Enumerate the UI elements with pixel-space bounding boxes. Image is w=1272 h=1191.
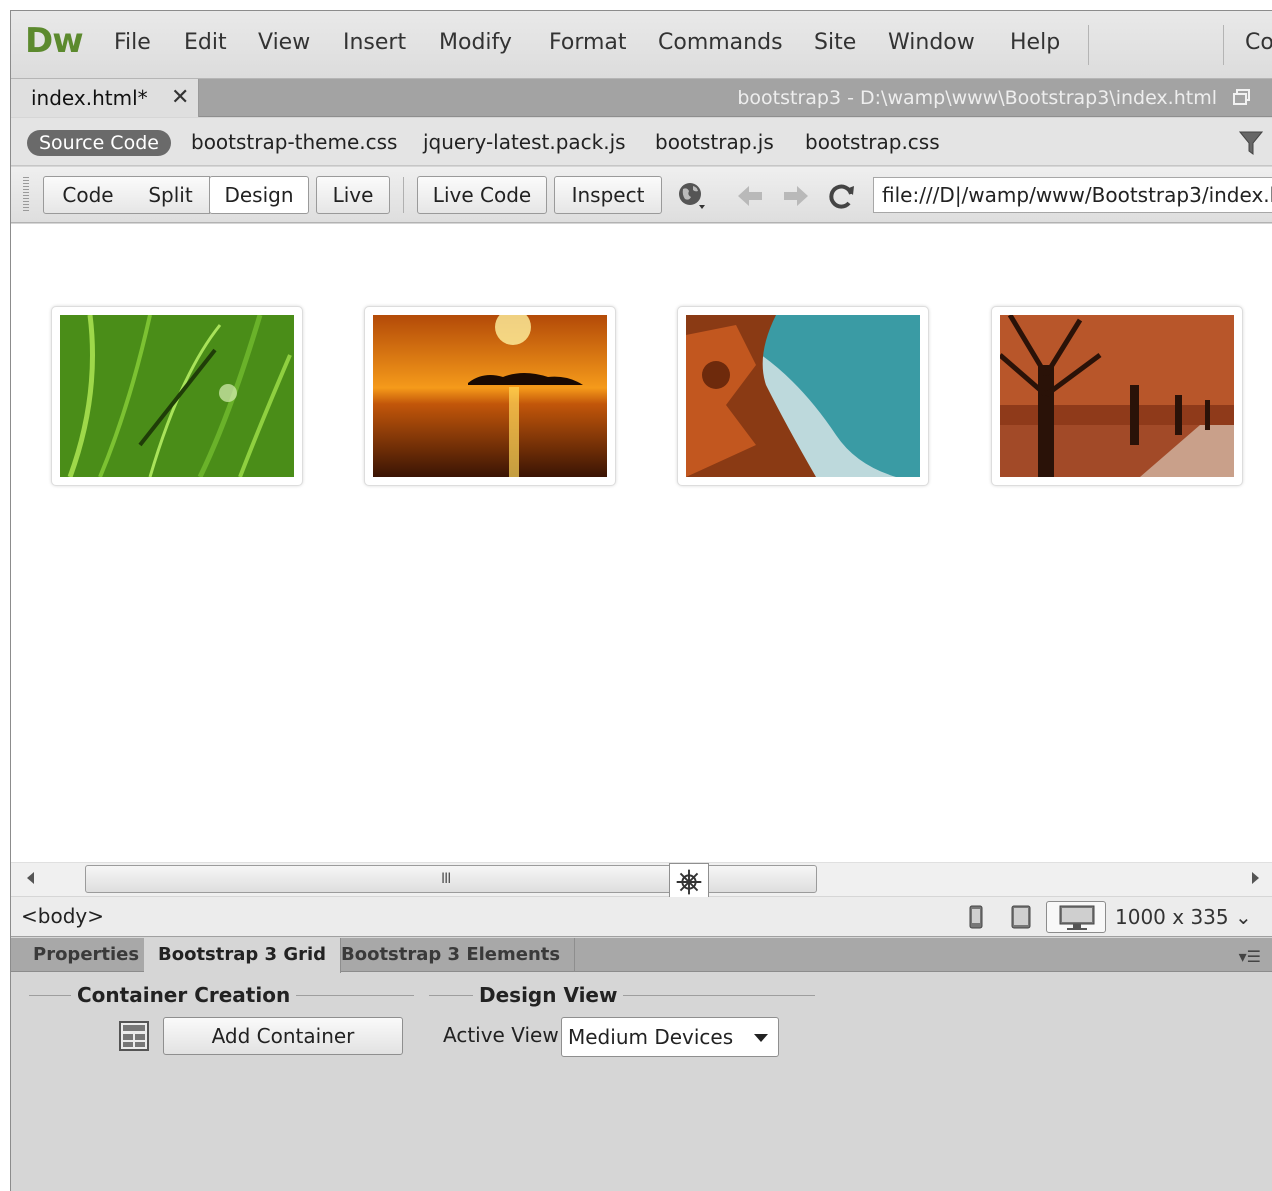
- related-file-jquery-latest-pack-js[interactable]: jquery-latest.pack.js: [423, 130, 626, 154]
- back-arrow-icon[interactable]: [735, 181, 765, 211]
- forward-arrow-icon[interactable]: [781, 181, 811, 211]
- menu-window[interactable]: Window: [888, 30, 975, 55]
- menu-view[interactable]: View: [258, 30, 310, 55]
- thumbnail[interactable]: [51, 306, 303, 486]
- tag-selector-body[interactable]: <body>: [21, 904, 104, 928]
- menu-separator: [1223, 25, 1224, 65]
- mobile-size-icon[interactable]: [969, 905, 983, 929]
- menu-file[interactable]: File: [114, 30, 151, 55]
- document-tab-label: index.html*: [31, 86, 148, 110]
- related-file-bootstrap-css[interactable]: bootstrap.css: [805, 130, 940, 154]
- menu-format[interactable]: Format: [549, 30, 627, 55]
- filter-icon[interactable]: [1239, 130, 1263, 156]
- tab-bootstrap-3-grid[interactable]: Bootstrap 3 Grid: [144, 938, 342, 973]
- document-toolbar: Code Split Design Live Live Code Inspect…: [11, 167, 1272, 223]
- active-view-label: Active View: [443, 1023, 559, 1047]
- window-size-dropdown[interactable]: 1000 x 335 ⌄: [1115, 905, 1252, 929]
- thumbnail[interactable]: [677, 306, 929, 486]
- add-container-button[interactable]: Add Container: [163, 1017, 403, 1055]
- bootstrap-grid-panel: Container Creation Add Container Design …: [11, 973, 1272, 1191]
- restore-window-icon[interactable]: [1233, 89, 1251, 105]
- inspect-button[interactable]: Inspect: [554, 176, 662, 214]
- menu-overflow-label[interactable]: Co: [1245, 30, 1272, 55]
- rocky-shore-image: [686, 315, 920, 477]
- toolbar-separator: [403, 177, 404, 213]
- active-view-value: Medium Devices: [568, 1025, 734, 1049]
- live-view-button[interactable]: Live: [316, 176, 390, 214]
- related-files-bar: Source Code bootstrap-theme.css jquery-l…: [11, 118, 1272, 166]
- active-view-select[interactable]: Medium Devices: [561, 1017, 779, 1057]
- menu-commands[interactable]: Commands: [658, 30, 783, 55]
- design-view-button[interactable]: Design: [209, 176, 309, 214]
- dropdown-arrow-icon: [754, 1034, 768, 1042]
- dreamweaver-logo: Dw: [25, 21, 84, 61]
- scroll-left-arrow-icon[interactable]: [27, 872, 34, 884]
- menu-bar: Dw File Edit View Insert Modify Format C…: [11, 11, 1272, 79]
- address-field[interactable]: file:///D|/wamp/www/Bootstrap3/index.htm…: [873, 177, 1272, 213]
- menu-edit[interactable]: Edit: [184, 30, 227, 55]
- window-size-value: 1000 x 335: [1115, 905, 1229, 929]
- tab-bootstrap-3-elements[interactable]: Bootstrap 3 Elements: [327, 938, 576, 972]
- chevron-down-icon: ⌄: [1234, 905, 1252, 929]
- menu-help[interactable]: Help: [1010, 30, 1060, 55]
- split-view-button[interactable]: Split: [132, 176, 210, 214]
- related-file-bootstrap-theme-css[interactable]: bootstrap-theme.css: [191, 130, 397, 154]
- design-view-heading: Design View: [473, 983, 624, 1007]
- tablet-size-icon[interactable]: [1011, 905, 1031, 929]
- sunset-lake-image: [373, 315, 607, 477]
- scroll-right-arrow-icon[interactable]: [1252, 872, 1259, 884]
- container-creation-heading: Container Creation: [71, 983, 297, 1007]
- globe-icon[interactable]: [677, 181, 707, 211]
- document-tab[interactable]: index.html* ✕: [11, 79, 199, 117]
- panel-options-menu-icon[interactable]: ▾☰: [1239, 947, 1261, 966]
- status-bar: <body> 1000 x 335 ⌄: [11, 897, 1272, 937]
- source-code-tab[interactable]: Source Code: [27, 130, 171, 156]
- menu-site[interactable]: Site: [814, 30, 856, 55]
- autumn-trees-image: [1000, 315, 1234, 477]
- design-canvas[interactable]: [11, 224, 1272, 862]
- grass-image: [60, 315, 294, 477]
- thumbnail[interactable]: [364, 306, 616, 486]
- desktop-size-button[interactable]: [1046, 901, 1106, 933]
- document-path: bootstrap3 - D:\wamp\www\Bootstrap3\inde…: [737, 87, 1217, 109]
- menu-modify[interactable]: Modify: [439, 30, 512, 55]
- container-grid-icon: [119, 1021, 149, 1051]
- menu-separator: [1088, 25, 1089, 65]
- toolbar-grip[interactable]: [23, 177, 29, 213]
- thumbnail[interactable]: [991, 306, 1243, 486]
- live-code-button[interactable]: Live Code: [417, 176, 547, 214]
- related-file-bootstrap-js[interactable]: bootstrap.js: [655, 130, 774, 154]
- code-view-button[interactable]: Code: [43, 176, 133, 214]
- scrollbar-grip: III: [441, 871, 451, 887]
- visual-aids-icon[interactable]: [669, 863, 709, 901]
- tab-properties[interactable]: Properties: [19, 938, 155, 972]
- horizontal-scrollbar[interactable]: III: [11, 862, 1272, 901]
- document-tab-bar: index.html* ✕ bootstrap3 - D:\wamp\www\B…: [11, 79, 1272, 117]
- menu-insert[interactable]: Insert: [343, 30, 406, 55]
- desktop-monitor-icon: [1059, 905, 1095, 930]
- refresh-icon[interactable]: [827, 181, 857, 211]
- dreamweaver-window: Dw File Edit View Insert Modify Format C…: [10, 10, 1272, 1191]
- close-icon[interactable]: ✕: [171, 85, 189, 110]
- panel-tab-bar: Properties Bootstrap 3 Grid Bootstrap 3 …: [11, 938, 1272, 973]
